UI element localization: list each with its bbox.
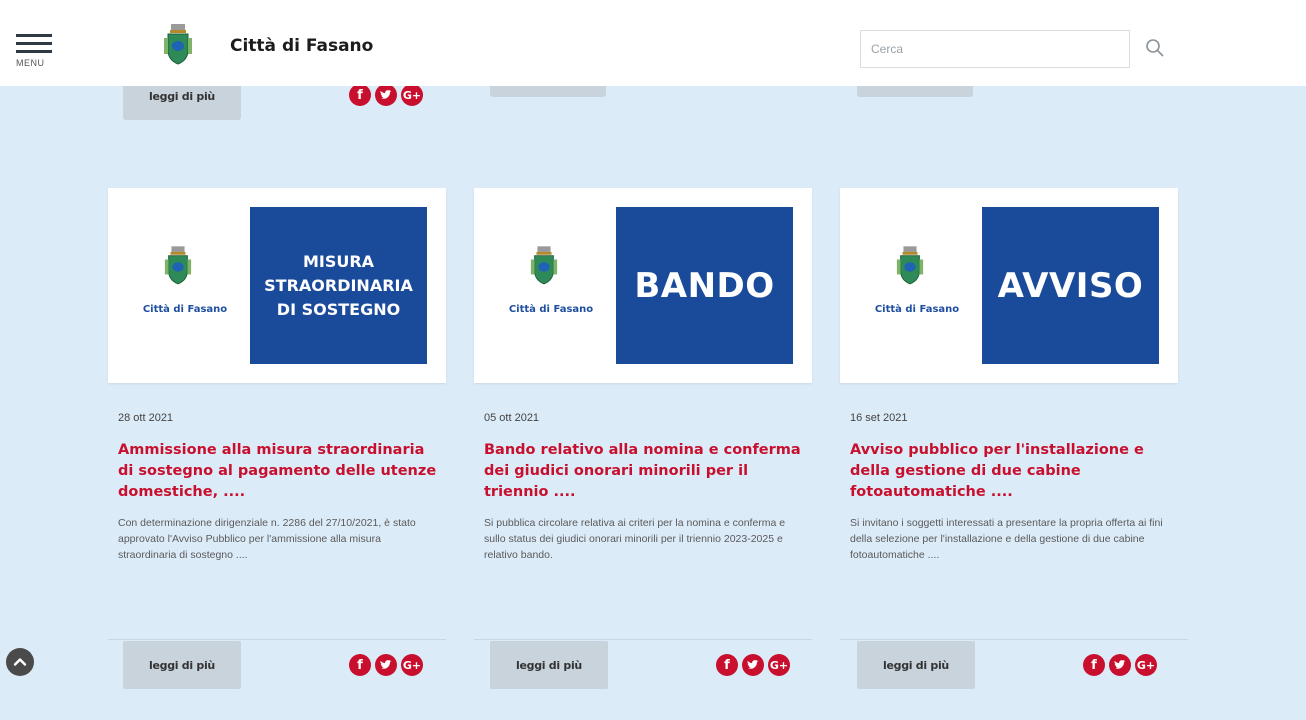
social-share-group: f G+ [349,86,423,108]
news-title-link[interactable]: Bando relativo alla nomina e conferma de… [474,440,812,503]
news-date: 16 set 2021 [850,412,908,424]
read-more-button[interactable]: leggi di più [123,641,241,689]
site-title[interactable]: Città di Fasano [230,36,373,56]
chevron-up-icon [13,658,27,666]
site-header: MENU Città di Fasano [0,0,1306,86]
card-divider [474,639,812,640]
city-crest-logo [530,246,558,285]
news-card-image[interactable]: Città di Fasano AVVISO [840,188,1178,383]
facebook-icon[interactable]: f [349,86,371,106]
city-crest-logo [164,246,192,285]
news-card-image[interactable]: Città di Fasano BANDO [474,188,812,383]
facebook-icon[interactable]: f [716,654,738,676]
menu-label: MENU [16,58,45,68]
menu-icon [16,34,52,37]
city-crest-logo [896,246,924,285]
image-banner-line: DI SOSTEGNO [276,299,401,319]
read-more-button[interactable] [857,86,973,97]
social-share-group: f G+ [1083,654,1157,676]
google-plus-icon[interactable]: G+ [768,654,790,676]
news-card: Città di Fasano AVVISO 16 set 2021 Avvis… [840,188,1178,563]
image-banner-text: MISURA STRAORDINARIA DI SOSTEGNO [250,207,427,364]
google-plus-icon[interactable]: G+ [401,654,423,676]
image-banner-text: AVVISO [982,207,1159,364]
news-title-link[interactable]: Avviso pubblico per l'installazione e de… [840,440,1178,503]
news-card: Città di Fasano MISURA STRAORDINARIA DI … [108,188,446,563]
news-excerpt: Si pubblica circolare relativa ai criter… [484,517,786,561]
read-more-button[interactable] [490,86,606,97]
google-plus-icon[interactable]: G+ [401,86,423,106]
image-banner-text: BANDO [616,207,793,364]
search-box[interactable] [860,30,1130,68]
facebook-icon[interactable]: f [1083,654,1105,676]
news-card: Città di Fasano BANDO 05 ott 2021 Bando … [474,188,812,563]
twitter-icon[interactable] [375,86,397,106]
scroll-to-top-button[interactable] [6,648,34,676]
twitter-icon[interactable] [375,654,397,676]
image-banner-line: MISURA [302,251,375,271]
news-excerpt: Si invitano i soggetti interessati a pre… [850,517,1163,561]
search-icon[interactable] [1145,38,1165,58]
image-banner-line: STRAORDINARIA [264,275,413,295]
news-excerpt: Con determinazione dirigenziale n. 2286 … [118,517,416,561]
read-more-button[interactable]: leggi di più [857,641,975,689]
card-divider [840,639,1188,640]
card-divider [108,639,446,640]
menu-button[interactable]: MENU [16,34,56,74]
twitter-icon[interactable] [1109,654,1131,676]
menu-icon-bar [16,42,52,45]
news-card-image[interactable]: Città di Fasano MISURA STRAORDINARIA DI … [108,188,446,383]
search-input[interactable] [871,31,1119,67]
news-title-link[interactable]: Ammissione alla misura straordinaria di … [108,440,446,503]
image-city-label: Città di Fasano [142,304,228,315]
menu-icon-bar [16,50,52,53]
news-date: 28 ott 2021 [118,412,174,424]
facebook-icon[interactable]: f [349,654,371,676]
news-date: 05 ott 2021 [484,412,540,424]
city-crest-logo[interactable] [162,24,194,66]
image-city-label: Città di Fasano [874,304,960,315]
read-more-button[interactable]: leggi di più [490,641,608,689]
image-city-label: Città di Fasano [508,304,594,315]
social-share-group: f G+ [716,654,790,676]
twitter-icon[interactable] [742,654,764,676]
read-more-button[interactable]: leggi di più [123,86,241,120]
read-more-label: leggi di più [149,90,215,103]
google-plus-icon[interactable]: G+ [1135,654,1157,676]
social-share-group: f G+ [349,654,423,676]
